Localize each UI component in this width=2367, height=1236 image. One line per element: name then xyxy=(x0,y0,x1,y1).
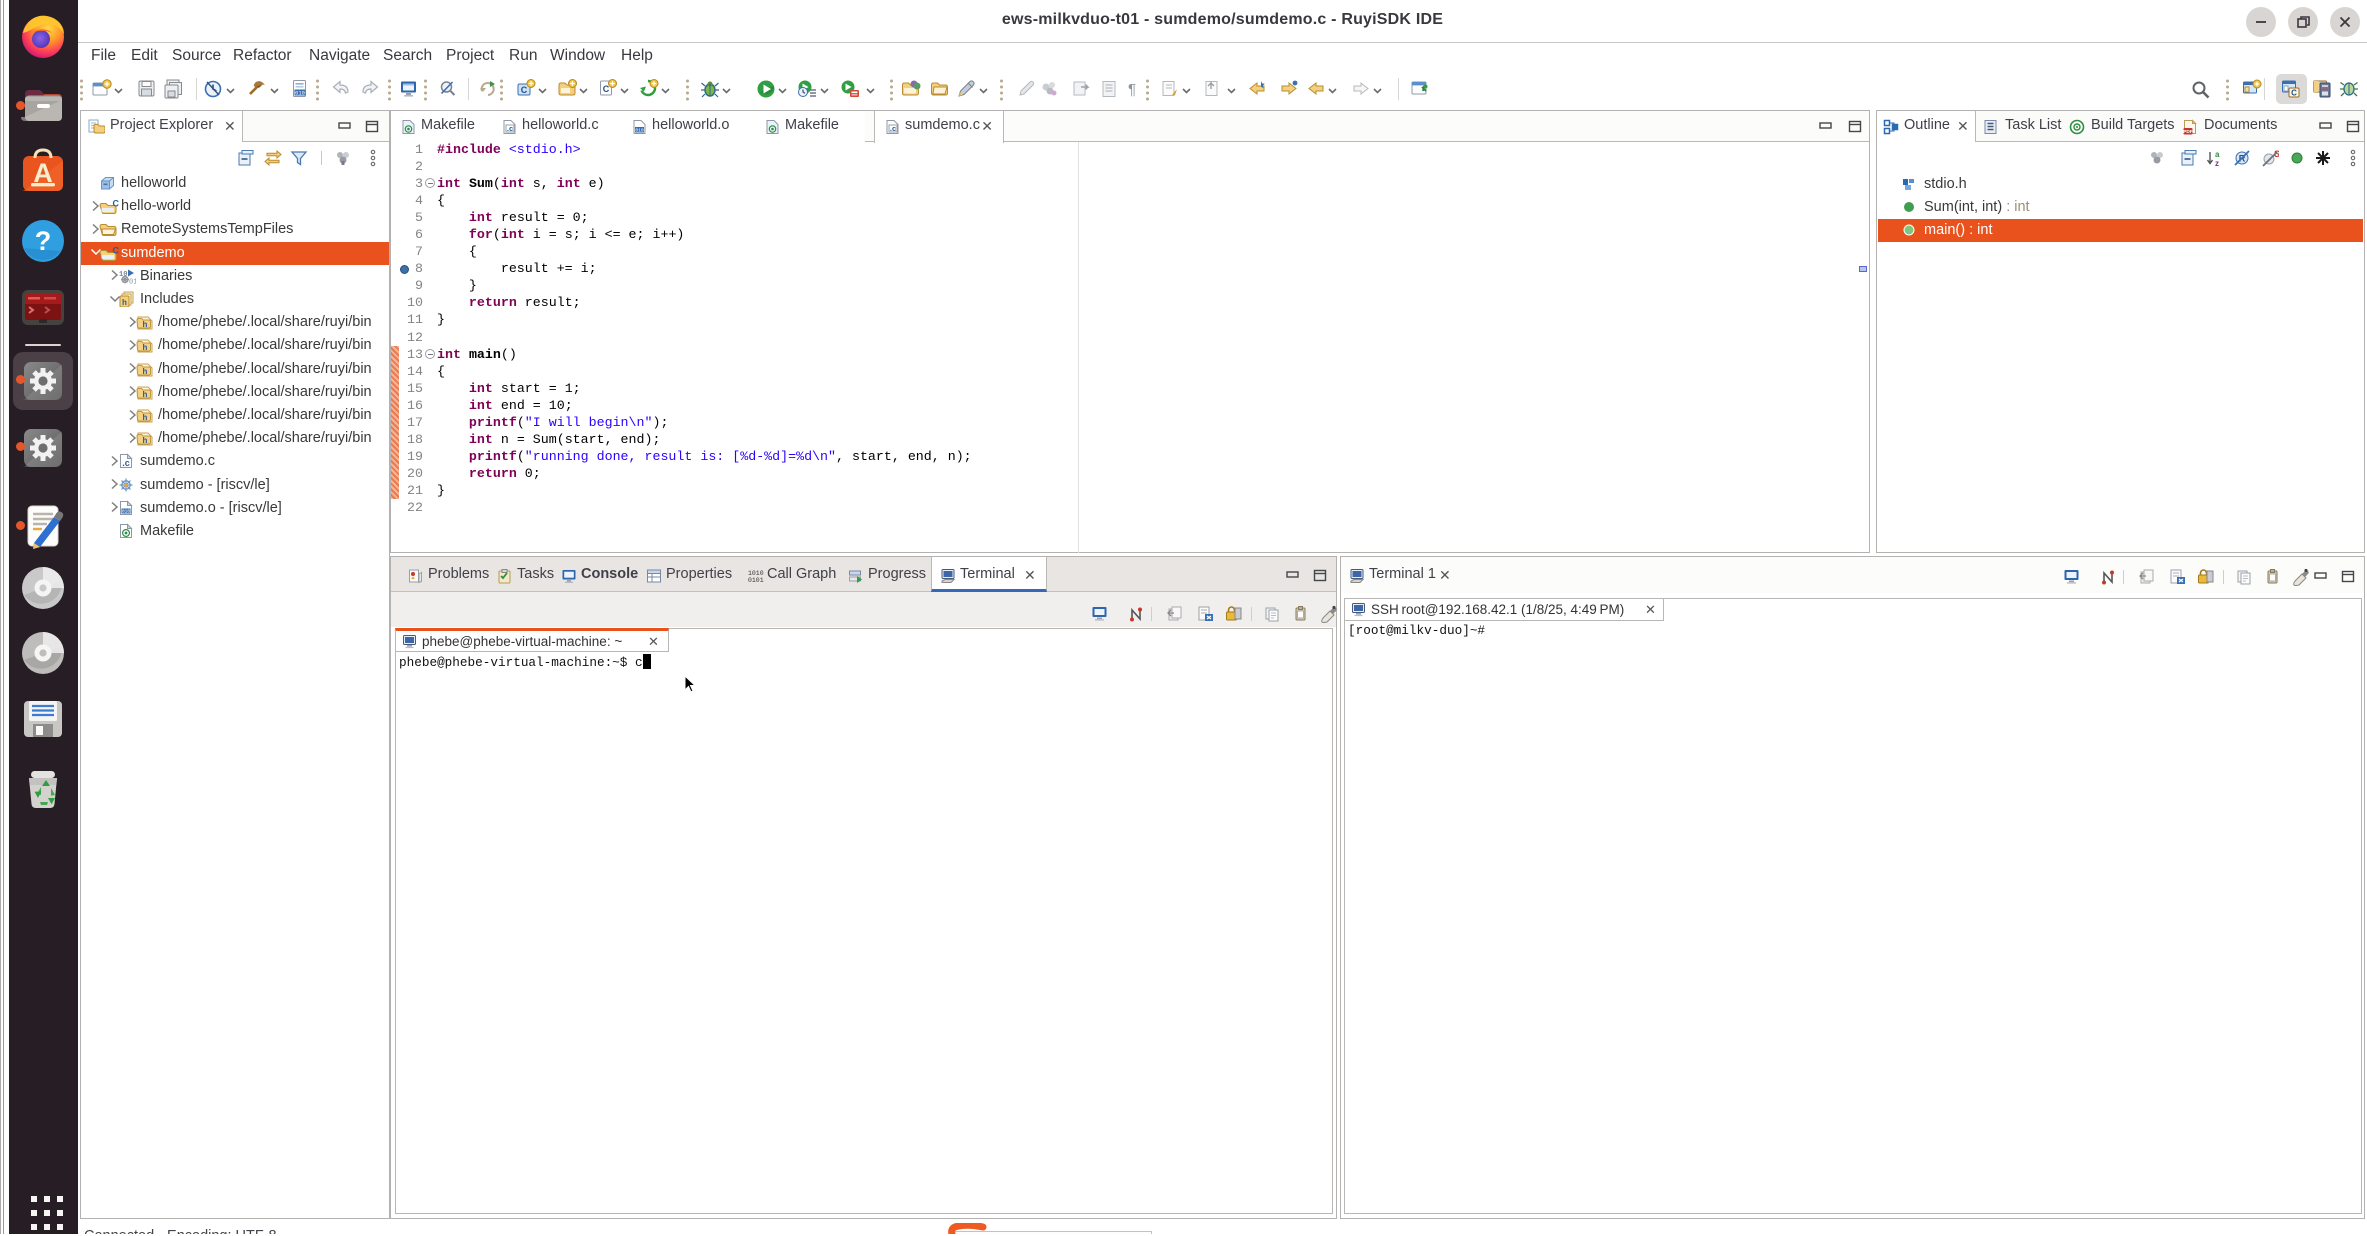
svg-text:C: C xyxy=(113,245,120,255)
svg-text:010: 010 xyxy=(295,90,305,97)
svg-text:01: 01 xyxy=(129,278,136,284)
svg-text:h: h xyxy=(143,390,148,399)
svg-text:0101: 0101 xyxy=(748,577,764,584)
svg-text:C: C xyxy=(113,199,120,209)
svg-text:C: C xyxy=(2291,89,2297,98)
svg-text:¶: ¶ xyxy=(1128,81,1136,98)
svg-text:1010: 1010 xyxy=(748,570,764,577)
svg-text:z: z xyxy=(2215,159,2219,167)
svg-text:h: h xyxy=(143,320,148,329)
svg-text:h: h xyxy=(122,298,127,307)
svg-text:010: 010 xyxy=(122,508,131,514)
svg-text:h: h xyxy=(143,436,148,445)
svg-text:?: ? xyxy=(35,226,52,256)
svg-text:h: h xyxy=(143,413,148,422)
svg-text:h: h xyxy=(143,367,148,376)
svg-text:.c: .c xyxy=(890,124,896,133)
svg-text:.c: .c xyxy=(122,458,130,468)
svg-text:h: h xyxy=(143,343,148,352)
svg-text:010: 010 xyxy=(635,127,644,133)
svg-text:PDF: PDF xyxy=(2183,129,2193,135)
svg-text:C: C xyxy=(521,85,528,95)
svg-text:.c: .c xyxy=(507,124,513,133)
svg-text:a: a xyxy=(2215,150,2220,159)
